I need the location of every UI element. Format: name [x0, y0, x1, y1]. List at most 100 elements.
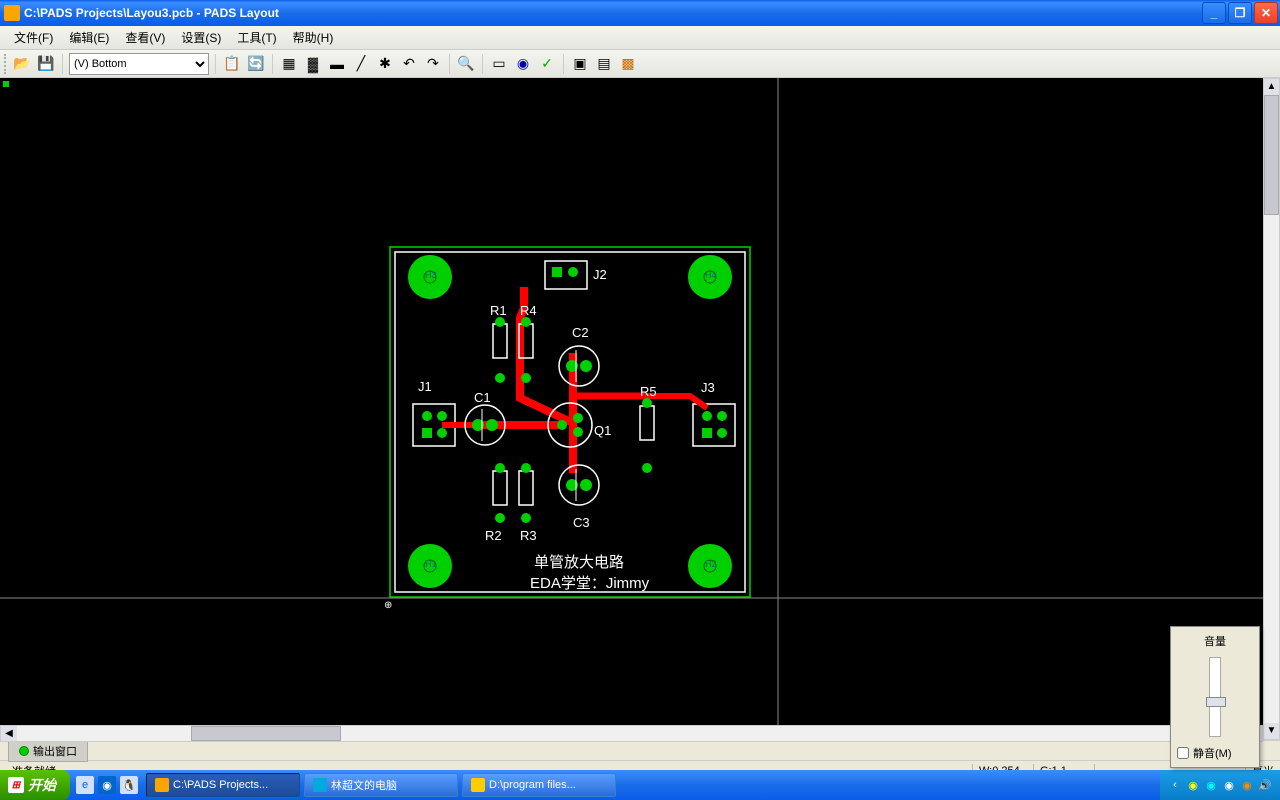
menu-file[interactable]: 文件(F) — [6, 27, 61, 48]
maximize-button[interactable]: ❐ — [1228, 2, 1252, 24]
svg-text:C1: C1 — [474, 390, 491, 405]
minimize-button[interactable]: _ — [1202, 2, 1226, 24]
qq-icon[interactable]: 🐧 — [120, 776, 138, 794]
horizontal-scrollbar[interactable]: ◀ ▶ — [0, 725, 1263, 742]
toolbar-separator — [215, 54, 216, 74]
output-tab-label: 输出窗口 — [33, 743, 77, 759]
report-icon[interactable]: ▤ — [593, 53, 615, 75]
cycle-icon[interactable]: 🔄 — [245, 53, 267, 75]
windows-flag-icon: ⊞ — [8, 777, 24, 793]
close-button[interactable]: ✕ — [1254, 2, 1278, 24]
quick-launch: e ◉ 🐧 — [70, 776, 144, 794]
task-computer-label: 林超文的电脑 — [331, 777, 397, 793]
redo-icon[interactable]: ↷ — [422, 53, 444, 75]
svg-text:J3: J3 — [701, 380, 715, 395]
menu-view[interactable]: 查看(V) — [117, 27, 173, 48]
menu-help[interactable]: 帮助(H) — [285, 27, 342, 48]
mute-checkbox[interactable] — [1177, 747, 1189, 759]
options-icon[interactable]: ◉ — [512, 53, 534, 75]
vscroll-thumb[interactable] — [1264, 95, 1279, 215]
scroll-up-arrow[interactable]: ▲ — [1264, 79, 1279, 95]
dimension-icon[interactable]: ✱ — [374, 53, 396, 75]
task-pads[interactable]: C:\PADS Projects... — [146, 773, 300, 797]
media-icon[interactable]: ◉ — [98, 776, 116, 794]
svg-text:H1: H1 — [425, 559, 437, 569]
toolbar-grip — [4, 54, 8, 74]
tray-icon[interactable]: ◉ — [1186, 778, 1200, 792]
menu-setup[interactable]: 设置(S) — [173, 27, 229, 48]
pads-icon[interactable]: ▩ — [617, 53, 639, 75]
toolbar-separator — [272, 54, 273, 74]
svg-text:R1: R1 — [490, 303, 507, 318]
tray-arrow-icon[interactable]: ‹ — [1168, 778, 1182, 792]
select-icon[interactable]: ▭ — [488, 53, 510, 75]
mute-row[interactable]: 静音(M) — [1177, 745, 1253, 761]
svg-text:J1: J1 — [418, 379, 432, 394]
mute-label: 静音(M) — [1193, 745, 1232, 761]
vertical-scrollbar[interactable]: ▲ ▼ — [1263, 78, 1280, 740]
task-pads-label: C:\PADS Projects... — [173, 779, 268, 791]
app-icon — [4, 5, 20, 21]
origin-marker: ⊕ — [384, 600, 392, 611]
svg-text:Q1: Q1 — [594, 423, 611, 438]
svg-text:C3: C3 — [573, 515, 590, 530]
task-folder-label: D:\program files... — [489, 779, 576, 791]
open-icon[interactable]: 📂 — [11, 53, 33, 75]
status-dot-icon — [19, 746, 29, 756]
svg-text:H3: H3 — [425, 270, 437, 280]
svg-text:EDA学堂：Jimmy: EDA学堂：Jimmy — [530, 575, 650, 592]
system-tray[interactable]: ‹ ◉ ◉ ◉ ◉ 🔊 — [1160, 770, 1280, 800]
tray-icon[interactable]: ◉ — [1240, 778, 1254, 792]
save-icon[interactable]: 💾 — [35, 53, 57, 75]
svg-text:单管放大电路: 单管放大电路 — [534, 554, 624, 571]
folder-task-icon — [471, 778, 485, 792]
layer-select[interactable]: (V) Bottom — [69, 53, 209, 75]
cam-icon[interactable]: ▣ — [569, 53, 591, 75]
hscroll-thumb[interactable] — [191, 726, 341, 741]
menu-edit[interactable]: 编辑(E) — [61, 27, 117, 48]
title-bar: C:\PADS Projects\Layou3.pcb - PADS Layou… — [0, 0, 1280, 26]
svg-text:R3: R3 — [520, 528, 537, 543]
taskbar: ⊞ 开始 e ◉ 🐧 C:\PADS Projects... 林超文的电脑 D:… — [0, 770, 1280, 800]
toolbar-separator — [563, 54, 564, 74]
tray-icon[interactable]: ◉ — [1222, 778, 1236, 792]
start-label: 开始 — [28, 775, 56, 795]
menu-bar: 文件(F) 编辑(E) 查看(V) 设置(S) 工具(T) 帮助(H) — [0, 26, 1280, 50]
computer-task-icon — [313, 778, 327, 792]
undo-icon[interactable]: ↶ — [398, 53, 420, 75]
properties-icon[interactable]: 📋 — [221, 53, 243, 75]
start-button[interactable]: ⊞ 开始 — [0, 770, 70, 800]
svg-text:J2: J2 — [593, 267, 607, 282]
svg-text:H2: H2 — [705, 559, 717, 569]
toolbar-separator — [482, 54, 483, 74]
window-title: C:\PADS Projects\Layou3.pcb - PADS Layou… — [24, 6, 1202, 20]
scroll-left-arrow[interactable]: ◀ — [1, 726, 17, 741]
volume-title: 音量 — [1177, 633, 1253, 649]
zoom-icon[interactable]: 🔍 — [455, 53, 477, 75]
tray-icon[interactable]: ◉ — [1204, 778, 1218, 792]
grid-icon[interactable]: ▓ — [302, 53, 324, 75]
layer-icon[interactable]: ▬ — [326, 53, 348, 75]
svg-text:C2: C2 — [572, 325, 589, 340]
menu-tool[interactable]: 工具(T) — [229, 27, 284, 48]
svg-text:R4: R4 — [520, 303, 537, 318]
volume-panel[interactable]: 音量 静音(M) — [1170, 626, 1260, 768]
verify-icon[interactable]: ✓ — [536, 53, 558, 75]
pads-task-icon — [155, 778, 169, 792]
task-folder[interactable]: D:\program files... — [462, 773, 616, 797]
task-computer[interactable]: 林超文的电脑 — [304, 773, 458, 797]
svg-text:R2: R2 — [485, 528, 502, 543]
board-icon[interactable]: ▦ — [278, 53, 300, 75]
svg-text:H4: H4 — [705, 270, 717, 280]
toolbar-separator — [449, 54, 450, 74]
route-icon[interactable]: ╱ — [350, 53, 372, 75]
pcb-canvas[interactable]: H1 H2 H3 H4 J2 J1 J3 C1 C2 — [0, 78, 1280, 740]
ie-icon[interactable]: e — [76, 776, 94, 794]
volume-tray-icon[interactable]: 🔊 — [1258, 778, 1272, 792]
output-tab-bar: 输出窗口 — [0, 740, 1280, 760]
volume-thumb[interactable] — [1206, 697, 1226, 707]
output-tab[interactable]: 输出窗口 — [8, 740, 88, 762]
scroll-down-arrow[interactable]: ▼ — [1264, 723, 1279, 739]
toolbar: 📂 💾 (V) Bottom 📋 🔄 ▦ ▓ ▬ ╱ ✱ ↶ ↷ 🔍 ▭ ◉ ✓… — [0, 50, 1280, 78]
volume-slider[interactable] — [1209, 657, 1221, 737]
